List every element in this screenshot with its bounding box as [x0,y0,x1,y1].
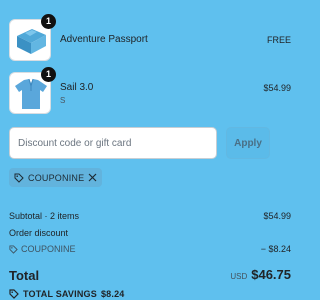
apply-button[interactable]: Apply [226,127,270,159]
discount-code-line: COUPONINE − $8.24 [9,244,291,254]
currency-code: USD [230,272,248,281]
tag-icon [9,244,18,254]
discount-code-label: COUPONINE [21,244,76,254]
close-icon[interactable] [88,173,97,182]
order-discount-line: Order discount [9,228,291,238]
total-line: Total USD $46.75 [9,267,291,284]
item-variant: S [60,96,66,105]
product-thumbnail: 1 [9,14,56,61]
product-thumbnail: 1 [9,67,56,114]
discount-value: − $8.24 [260,244,291,254]
line-item: 1 Adventure Passport FREE [9,14,291,61]
item-name: Adventure Passport [60,34,148,45]
applied-discount-chip: COUPONINE [9,168,102,187]
tag-icon [14,173,24,183]
total-value-group: USD $46.75 [230,267,291,282]
subtotal-value: $54.99 [263,211,291,221]
subtotal-line: Subtotal · 2 items $54.99 [9,211,291,221]
discount-code-input[interactable] [9,127,217,159]
order-discount-label: Order discount [9,228,69,238]
applied-code-label: COUPONINE [28,172,85,183]
tag-icon [9,289,19,299]
savings-label: TOTAL SAVINGS [23,289,97,299]
item-price: FREE [266,35,291,45]
discount-form: Apply [9,127,291,159]
quantity-badge: 1 [41,67,56,82]
item-name: Sail 3.0 [60,82,94,93]
subtotal-label: Subtotal · 2 items [9,211,80,221]
order-summary: 1 Adventure Passport FREE 1 Sail 3.0 S $… [0,0,300,300]
total-savings: TOTAL SAVINGS $8.24 [9,289,124,299]
item-price: $54.99 [263,83,291,93]
total-label: Total [9,268,40,283]
total-amount: $46.75 [251,267,291,282]
savings-value: $8.24 [100,289,125,299]
quantity-badge: 1 [41,14,56,29]
line-item: 1 Sail 3.0 S $54.99 [9,67,291,114]
